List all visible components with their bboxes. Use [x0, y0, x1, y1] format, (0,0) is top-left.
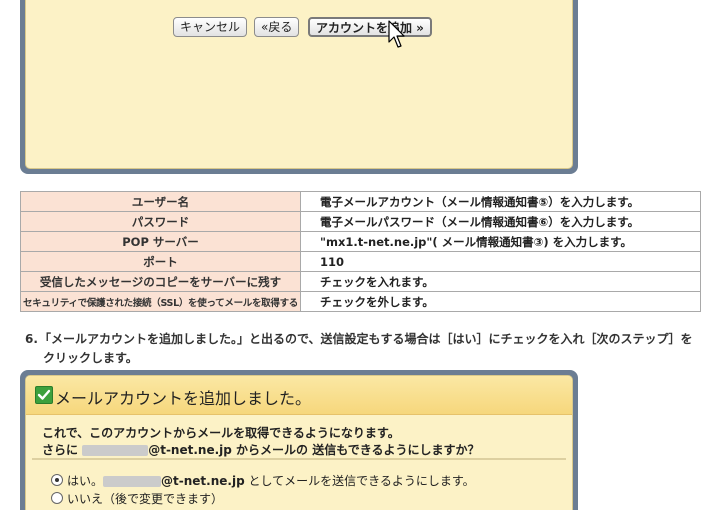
info-line-1: これで、このアカウントからメールを取得できるようになります。 — [42, 426, 400, 440]
step-6-instruction: 6.「メールアカウントを追加しました。」と出るので、送信設定もする場合は［はい］… — [25, 330, 705, 368]
add-account-dialog-screenshot: キャンセル «戻る アカウントを追加 » — [20, 0, 578, 174]
step-number: 6. — [25, 332, 38, 346]
dialog-header: メールアカウントを追加しました。 — [26, 376, 572, 415]
table-row: セキュリティで保護された接続（SSL）を使ってメールを取得する チェックを外しま… — [20, 291, 701, 312]
back-button[interactable]: «戻る — [254, 17, 300, 37]
add-account-button[interactable]: アカウントを追加 » — [308, 17, 432, 37]
table-row: ポート 110 — [20, 251, 701, 272]
setting-key: セキュリティで保護された接続（SSL）を使ってメールを取得する — [20, 291, 301, 312]
setting-value: 電子メールパスワード（メール情報通知書⑥）を入力します。 — [300, 211, 701, 232]
setting-value: 電子メールアカウント（メール情報通知書⑤）を入力します。 — [300, 191, 701, 212]
setting-value: チェックを入れます。 — [300, 271, 701, 292]
option-yes-domain: @t-net.ne.jp — [161, 474, 245, 488]
setting-key: POP サーバー — [20, 231, 301, 252]
account-added-dialog-screenshot: メールアカウントを追加しました。 これで、このアカウントからメールを取得できるよ… — [20, 370, 578, 510]
setting-key: パスワード — [20, 211, 301, 232]
table-row: 受信したメッセージのコピーをサーバーに残す チェックを入れます。 — [20, 271, 701, 292]
option-no-label: いいえ（後で変更できます） — [67, 492, 224, 506]
setting-value: "mx1.t-net.ne.jp"( メール情報通知書③) を入力します。 — [300, 231, 701, 252]
table-row: ユーザー名 電子メールアカウント（メール情報通知書⑤）を入力します。 — [20, 191, 701, 212]
setting-value: 110 — [300, 251, 701, 272]
info-line-2-domain: @t-net.ne.jp — [148, 443, 232, 457]
redacted-username — [103, 476, 162, 487]
redacted-username — [82, 445, 149, 456]
cancel-button[interactable]: キャンセル — [173, 17, 248, 37]
info-line-2-suffix: からメールの 送信もできるようにしますか？ — [236, 443, 480, 457]
setting-key: 受信したメッセージのコピーをサーバーに残す — [20, 271, 301, 292]
setting-key: ポート — [20, 251, 301, 272]
dialog-title: メールアカウントを追加しました。 — [55, 389, 312, 408]
dialog-body: メールアカウントを追加しました。 これで、このアカウントからメールを取得できるよ… — [25, 375, 573, 510]
dialog-body: キャンセル «戻る アカウントを追加 » — [25, 0, 573, 169]
radio-yes[interactable] — [51, 474, 63, 486]
setting-key: ユーザー名 — [20, 191, 301, 212]
step-text-line1: 「メールアカウントを追加しました。」と出るので、送信設定もする場合は［はい］にチ… — [39, 332, 693, 346]
option-yes-label: はい。 @t-net.ne.jp としてメールを送信できるようにします。 — [67, 472, 475, 489]
option-yes-prefix: はい。 — [67, 474, 104, 488]
checkmark-icon — [35, 386, 53, 404]
divider — [32, 458, 566, 460]
option-yes-suffix: としてメールを送信できるようにします。 — [248, 474, 475, 488]
table-row: POP サーバー "mx1.t-net.ne.jp"( メール情報通知書③) を… — [20, 231, 701, 252]
info-line-2: さらに @t-net.ne.jp からメールの 送信もできるようにしますか？ — [42, 441, 480, 458]
table-row: パスワード 電子メールパスワード（メール情報通知書⑥）を入力します。 — [20, 211, 701, 232]
settings-table: ユーザー名 電子メールアカウント（メール情報通知書⑤）を入力します。 パスワード… — [20, 191, 701, 312]
mouse-cursor-icon — [388, 20, 405, 48]
radio-no[interactable] — [51, 492, 63, 504]
info-line-2-prefix: さらに — [42, 443, 79, 457]
step-text-line2: クリックします。 — [43, 351, 138, 365]
setting-value: チェックを外します。 — [300, 291, 701, 312]
